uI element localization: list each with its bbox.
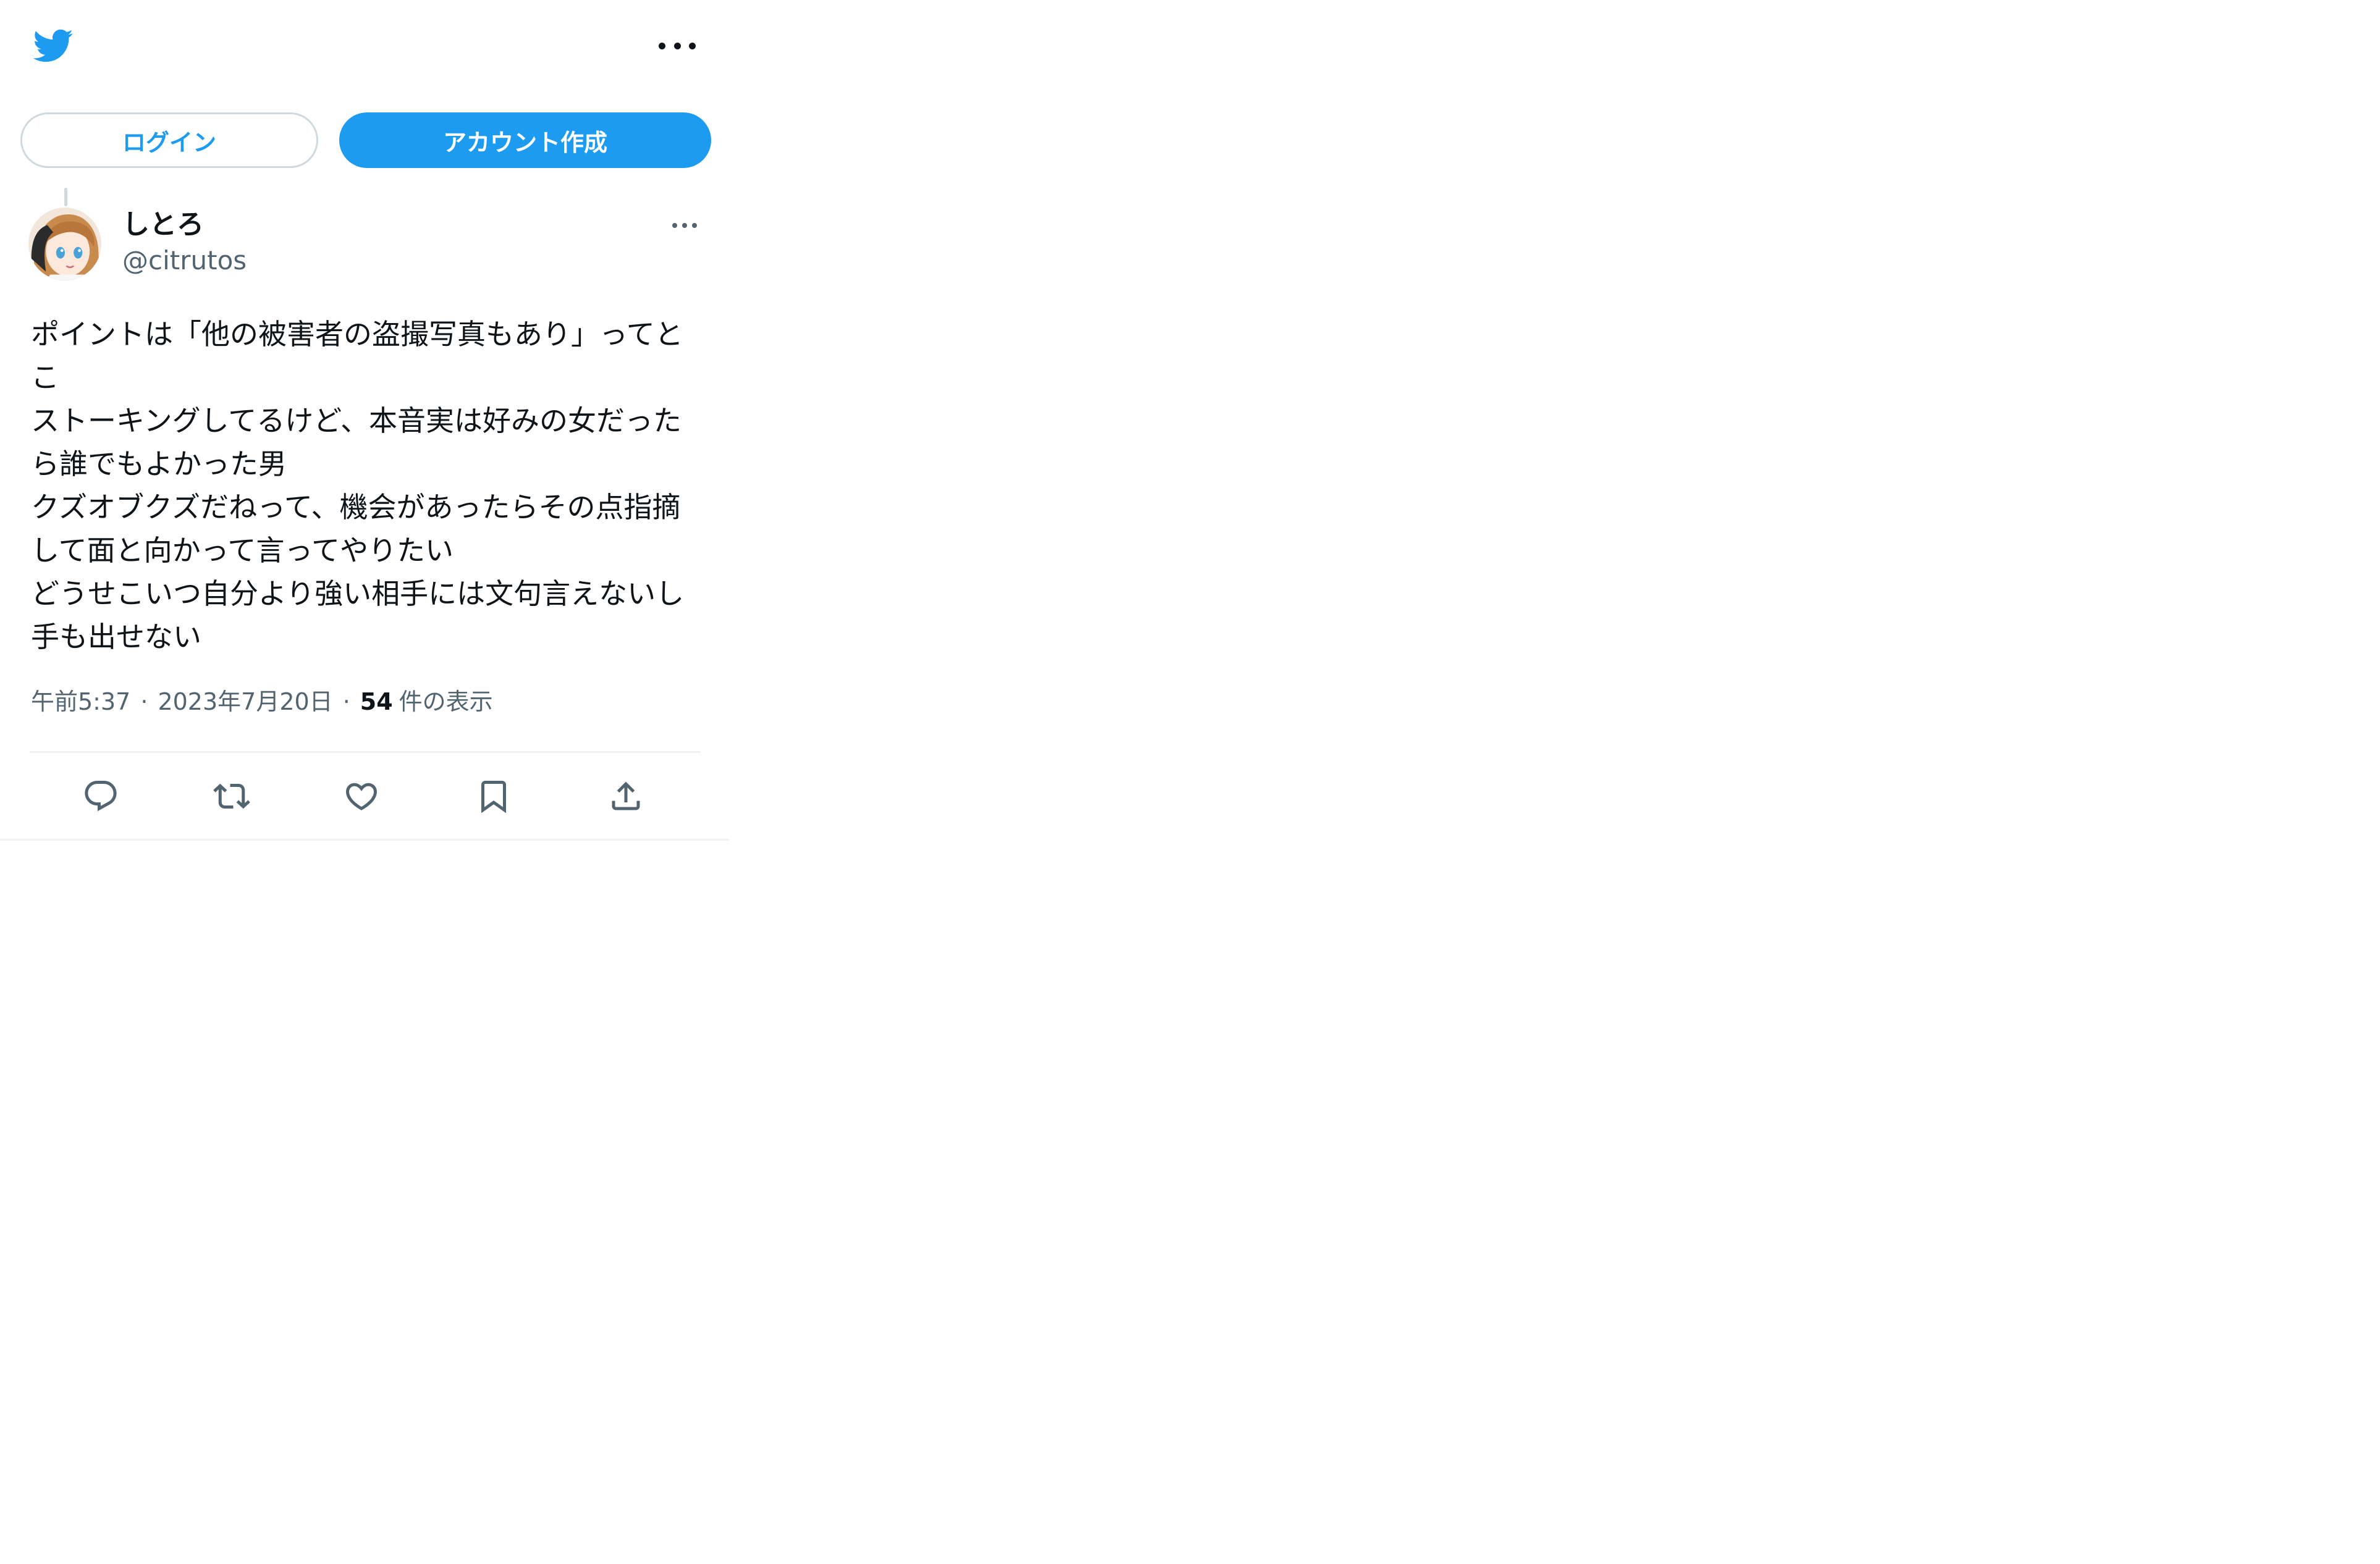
tweet-date[interactable]: 2023年7月20日: [158, 684, 332, 719]
dot: [692, 223, 697, 228]
retweet-button[interactable]: [210, 775, 253, 818]
reply-icon: [85, 781, 117, 812]
dot: [672, 223, 677, 228]
dot: [673, 42, 681, 49]
twitter-bird-icon[interactable]: [28, 25, 77, 67]
avatar[interactable]: [28, 208, 101, 280]
meta-separator: ·: [342, 688, 350, 715]
tweet-time[interactable]: 午前5:37: [31, 684, 130, 719]
tweet-text: ポイントは「他の被害者の盗撮写真もあり」ってとこ ストーキングしてるけど、本音実…: [31, 317, 685, 654]
share-icon: [612, 781, 640, 810]
tweet-meta: 午前5:37 · 2023年7月20日 · 54 件の表示: [31, 684, 493, 719]
thread-connector-line: [64, 188, 67, 206]
views-label[interactable]: 件の表示: [399, 684, 493, 719]
tweet-more-icon[interactable]: [672, 221, 697, 230]
tweet-embed-panel: ログイン アカウント作成 しとろ @citrutos ポイントは「他の被害者の盗…: [0, 0, 729, 841]
author-handle[interactable]: @citrutos: [122, 243, 247, 278]
views-count[interactable]: 54: [360, 684, 393, 719]
like-icon: [345, 783, 378, 810]
create-account-button[interactable]: アカウント作成: [339, 112, 711, 168]
retweet-icon: [213, 783, 250, 809]
share-button[interactable]: [604, 775, 648, 818]
login-button[interactable]: ログイン: [20, 112, 318, 168]
bookmark-button[interactable]: [472, 775, 515, 818]
reply-button[interactable]: [79, 775, 122, 818]
dot: [689, 42, 696, 49]
dot: [659, 42, 665, 49]
divider: [30, 751, 701, 753]
like-button[interactable]: [340, 775, 383, 818]
meta-separator: ·: [140, 688, 148, 715]
more-horizontal-icon[interactable]: [659, 35, 696, 57]
dot: [682, 223, 687, 228]
author-name[interactable]: しとろ: [122, 206, 204, 243]
bookmark-icon: [481, 781, 506, 814]
